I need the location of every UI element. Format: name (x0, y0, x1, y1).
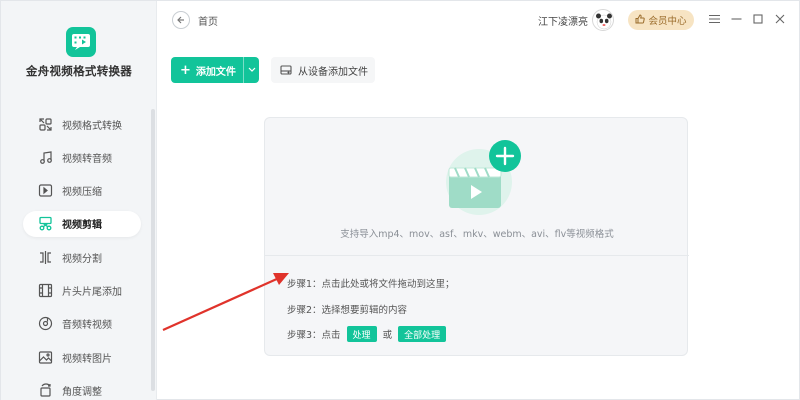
sidebar-item-label: 视频格式转换 (62, 120, 122, 132)
app-window: 金舟视频格式转换器 视频格式转换 视频转音频 视频压缩 视频剪辑 视频分割 片头… (0, 0, 800, 400)
vip-center-label: 会员中心 (648, 16, 687, 27)
process-button[interactable]: 处理 (346, 326, 377, 342)
sidebar: 金舟视频格式转换器 视频格式转换 视频转音频 视频压缩 视频剪辑 视频分割 片头… (1, 1, 157, 400)
username: 江下凌漂亮 (538, 17, 588, 28)
sidebar-item-label: 音频转视频 (62, 320, 112, 332)
sidebar-item-label: 视频压缩 (62, 187, 102, 199)
rotate-icon (37, 382, 53, 398)
split-icon (37, 249, 53, 265)
sidebar-item-label: 片头片尾添加 (62, 286, 122, 298)
button-divider (243, 57, 244, 83)
scissors-icon (37, 216, 53, 232)
maximize-icon (753, 14, 763, 24)
sidebar-item-label: 视频转音频 (62, 153, 112, 165)
sidebar-item-video-to-audio[interactable]: 视频转音频 (23, 144, 141, 170)
add-video-illustration-icon (441, 138, 521, 218)
sidebar-item-rotate[interactable]: 角度调整 (23, 377, 141, 400)
sidebar-item-label: 视频分割 (62, 253, 102, 265)
header: 首页 江下凌漂亮 会员中心 (158, 1, 800, 41)
image-icon (37, 349, 53, 365)
convert-icon (37, 116, 53, 132)
process-all-button[interactable]: 全部处理 (398, 326, 447, 342)
vip-center-button[interactable]: 会员中心 (628, 10, 694, 30)
sidebar-item-label: 视频剪辑 (62, 220, 102, 232)
hard-drive-icon (280, 64, 292, 76)
file-drop-zone[interactable]: 支持导入mp4、mov、asf、mkv、webm、avi、flv等视频格式 步骤… (264, 117, 689, 356)
step-2-label: 步骤2：选择想要剪辑的内容 (287, 305, 408, 316)
maximize-button[interactable] (750, 11, 766, 27)
menu-button[interactable] (706, 11, 722, 27)
sidebar-item-split[interactable]: 视频分割 (23, 244, 141, 270)
sidebar-item-video-edit[interactable]: 视频剪辑 (23, 210, 141, 237)
step-3-or-label: 或 (382, 330, 393, 341)
app-title: 金舟视频格式转换器 (25, 64, 133, 78)
close-icon (775, 14, 785, 24)
sidebar-item-audio-to-video[interactable]: 音频转视频 (23, 311, 141, 337)
step-3-text: 步骤3：点击 处理 或 全部处理 (287, 326, 452, 342)
sidebar-item-compress[interactable]: 视频压缩 (23, 178, 141, 204)
disc-icon (37, 316, 53, 332)
compress-icon (37, 183, 53, 199)
step-2-text: 步骤2：选择想要剪辑的内容 (287, 302, 407, 316)
arrow-left-icon (177, 16, 184, 24)
thumbs-up-icon (635, 13, 646, 27)
add-file-label: 添加文件 (195, 66, 236, 78)
step-1-label: 步骤1：点击此处或将文件拖动到这里； (287, 279, 455, 290)
menu-icon (708, 14, 720, 24)
panda-avatar-icon (596, 13, 612, 30)
sidebar-nav: 视频格式转换 视频转音频 视频压缩 视频剪辑 视频分割 片头片尾添加 音频转视频… (23, 111, 141, 400)
sidebar-item-format-convert[interactable]: 视频格式转换 (23, 111, 141, 137)
step-1-text: 步骤1：点击此处或将文件拖动到这里； (287, 276, 455, 290)
sidebar-item-label: 视频转图片 (62, 353, 112, 365)
plus-icon: + (180, 62, 191, 78)
add-from-device-button[interactable]: 从设备添加文件 (271, 57, 375, 83)
minimize-icon (731, 18, 741, 20)
music-note-icon (37, 149, 53, 165)
sidebar-item-intro-outro[interactable]: 片头片尾添加 (23, 277, 141, 303)
breadcrumb[interactable]: 首页 (198, 13, 218, 28)
film-icon (37, 282, 53, 298)
sidebar-item-video-to-image[interactable]: 视频转图片 (23, 344, 141, 370)
dropzone-divider (265, 255, 689, 256)
step-3-label: 步骤3：点击 (287, 330, 341, 341)
add-from-device-label: 从设备添加文件 (298, 66, 368, 78)
supported-formats-text: 支持导入mp4、mov、asf、mkv、webm、avi、flv等视频格式 (340, 229, 614, 240)
close-button[interactable] (772, 11, 788, 27)
avatar[interactable] (592, 9, 614, 31)
sidebar-item-label: 角度调整 (62, 386, 102, 398)
back-button[interactable] (172, 11, 190, 29)
app-logo-icon (66, 27, 96, 57)
minimize-button[interactable] (728, 11, 744, 27)
add-file-button[interactable]: + 添加文件 (171, 57, 259, 83)
sidebar-scrollbar[interactable] (151, 109, 155, 391)
chevron-down-icon[interactable] (246, 64, 258, 76)
